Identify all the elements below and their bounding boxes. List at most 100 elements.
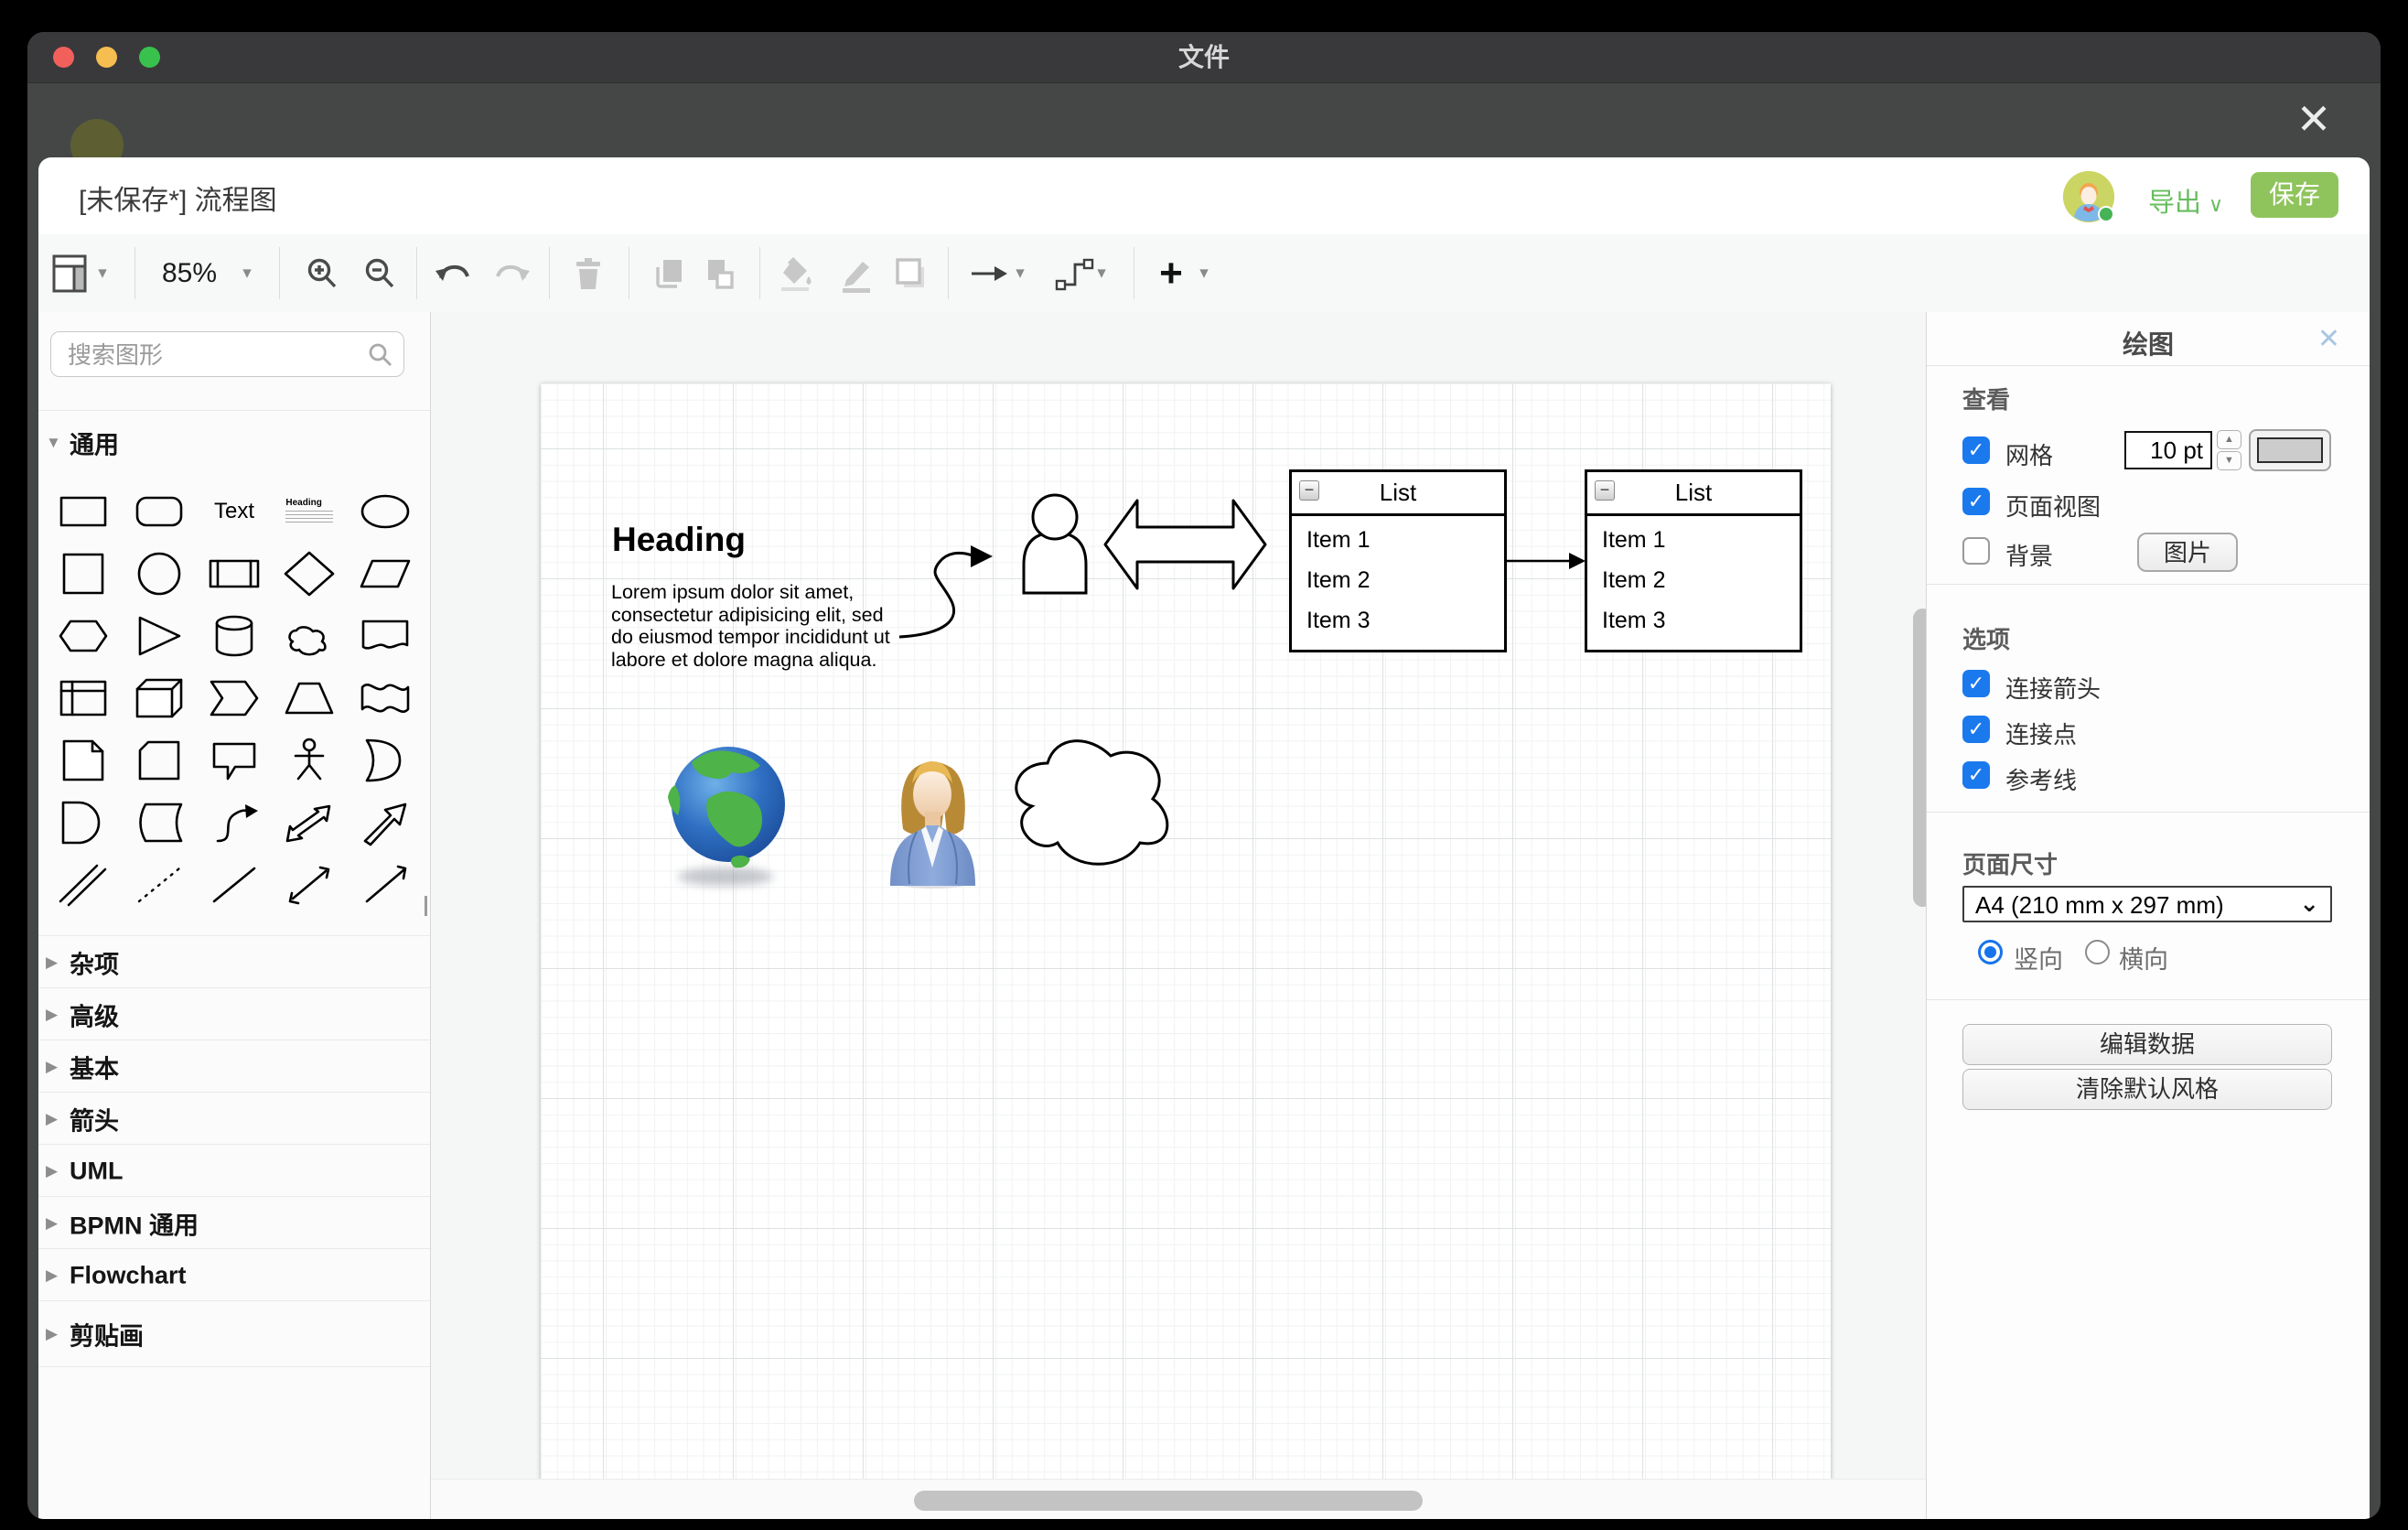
zoom-in-icon[interactable]: [302, 234, 342, 312]
person-shape[interactable]: [1024, 495, 1086, 593]
grid-checkbox[interactable]: ✓: [1962, 436, 1990, 464]
sidebar-section-basic[interactable]: ▶ 基本: [38, 1040, 430, 1093]
grid-color-swatch[interactable]: [2249, 429, 2331, 471]
save-button[interactable]: 保存: [2251, 172, 2338, 218]
shape-bidirectional-connector[interactable]: [276, 857, 342, 912]
shape-or[interactable]: [352, 733, 418, 788]
user-avatar[interactable]: [2063, 171, 2114, 222]
page-setup-icon[interactable]: [49, 234, 90, 312]
page-setup-dropdown-icon[interactable]: ▾: [93, 234, 112, 312]
page-view-checkbox[interactable]: ✓: [1962, 488, 1990, 515]
list-shape[interactable]: − List Item 1 Item 2 Item 3: [1289, 469, 1507, 652]
globe-clipart[interactable]: [668, 747, 785, 886]
shape-tape[interactable]: [352, 671, 418, 726]
shape-square[interactable]: [50, 546, 116, 601]
export-button[interactable]: 导出∨: [2148, 181, 2223, 220]
list-item[interactable]: Item 1: [1602, 527, 1800, 554]
shadow-icon[interactable]: [890, 234, 930, 312]
shape-directional-connector[interactable]: [352, 857, 418, 912]
insert-icon[interactable]: +: [1151, 234, 1191, 312]
list-shape[interactable]: − List Item 1 Item 2 Item 3: [1585, 469, 1802, 652]
shape-line[interactable]: [201, 857, 267, 912]
drawing-canvas[interactable]: Heading Lorem ipsum dolor sit amet, cons…: [431, 312, 1933, 1519]
sidebar-section-arrows[interactable]: ▶ 箭头: [38, 1092, 430, 1145]
shape-dashed-line[interactable]: [126, 857, 192, 912]
shape-callout[interactable]: [201, 733, 267, 788]
list-item[interactable]: Item 2: [1602, 567, 1800, 594]
shape-bidirectional-arrow[interactable]: [276, 795, 342, 850]
undo-icon[interactable]: [433, 234, 473, 312]
shape-note[interactable]: [50, 733, 116, 788]
list-header[interactable]: − List: [1292, 472, 1504, 516]
shape-textbox[interactable]: Heading: [276, 484, 342, 539]
clear-default-style-button[interactable]: 清除默认风格: [1962, 1069, 2332, 1110]
sidebar-section-advanced[interactable]: ▶ 高级: [38, 987, 430, 1040]
shape-internal-storage[interactable]: [50, 671, 116, 726]
delete-icon[interactable]: [568, 234, 608, 312]
sidebar-section-clipart[interactable]: ▶ 剪贴画: [38, 1300, 430, 1367]
close-icon[interactable]: ✕: [2291, 96, 2337, 142]
shape-cloud[interactable]: [276, 609, 342, 663]
shape-and[interactable]: [50, 795, 116, 850]
shape-cube[interactable]: [126, 671, 192, 726]
shape-card[interactable]: [126, 733, 192, 788]
sidebar-section-general[interactable]: ▼ 通用: [38, 410, 430, 474]
search-input[interactable]: [66, 337, 362, 373]
zoom-level[interactable]: 85%: [156, 234, 223, 312]
woman-clipart[interactable]: [890, 761, 975, 889]
shape-rounded-rectangle[interactable]: [126, 484, 192, 539]
page-size-select[interactable]: A4 (210 mm x 297 mm) ⌄: [1962, 886, 2332, 922]
zoom-dropdown-icon[interactable]: ▾: [238, 234, 256, 312]
sidebar-section-bpmn[interactable]: ▶ BPMN 通用: [38, 1196, 430, 1249]
to-back-icon[interactable]: [700, 234, 740, 312]
connection-points-checkbox[interactable]: ✓: [1962, 716, 1990, 743]
shape-trapezoid[interactable]: [276, 671, 342, 726]
list-header[interactable]: − List: [1587, 472, 1800, 516]
to-front-icon[interactable]: [650, 234, 690, 312]
shape-triangle[interactable]: [126, 609, 192, 663]
grid-size-input[interactable]: [2124, 431, 2212, 469]
curved-arrow[interactable]: [899, 545, 993, 637]
image-button[interactable]: 图片: [2137, 533, 2238, 572]
edit-data-button[interactable]: 编辑数据: [1962, 1024, 2332, 1065]
arrow-style-dropdown-icon[interactable]: ▾: [1011, 234, 1029, 312]
fill-color-icon[interactable]: [776, 234, 816, 312]
connection-arrow-style-icon[interactable]: [966, 234, 1012, 312]
list-item[interactable]: Item 3: [1306, 608, 1504, 634]
document-title[interactable]: [未保存*] 流程图: [79, 178, 277, 218]
shape-arrow[interactable]: [352, 795, 418, 850]
shape-circle[interactable]: [126, 546, 192, 601]
shape-diamond[interactable]: [276, 546, 342, 601]
double-arrow-shape[interactable]: [1105, 501, 1265, 588]
insert-dropdown-icon[interactable]: ▾: [1195, 234, 1213, 312]
connection-arrows-checkbox[interactable]: ✓: [1962, 670, 1990, 697]
shape-step[interactable]: [201, 671, 267, 726]
shape-search[interactable]: [50, 331, 404, 377]
shape-parallelogram[interactable]: [352, 546, 418, 601]
list-connector-arrow[interactable]: [1507, 553, 1586, 569]
sidebar-section-flowchart[interactable]: ▶ Flowchart: [38, 1248, 430, 1301]
shape-rectangle[interactable]: [50, 484, 116, 539]
sidebar-section-misc[interactable]: ▶ 杂项: [38, 935, 430, 988]
shape-actor[interactable]: [276, 733, 342, 788]
shape-data-storage[interactable]: [126, 795, 192, 850]
shape-document[interactable]: [352, 609, 418, 663]
background-checkbox[interactable]: [1962, 537, 1990, 565]
shape-hexagon[interactable]: [50, 609, 116, 663]
cloud-shape[interactable]: [1016, 741, 1167, 865]
list-item[interactable]: Item 1: [1306, 527, 1504, 554]
shape-cylinder[interactable]: [201, 609, 267, 663]
horizontal-scrollbar[interactable]: [914, 1491, 1423, 1511]
waypoint-style-icon[interactable]: [1052, 234, 1098, 312]
list-item[interactable]: Item 3: [1602, 608, 1800, 634]
zoom-out-icon[interactable]: [360, 234, 400, 312]
landscape-radio[interactable]: [2085, 940, 2110, 964]
sidebar-section-uml[interactable]: ▶ UML: [38, 1144, 430, 1197]
horizontal-scrollbar-track[interactable]: [431, 1479, 1933, 1519]
guides-checkbox[interactable]: ✓: [1962, 761, 1990, 789]
shape-link[interactable]: [50, 857, 116, 912]
list-item[interactable]: Item 2: [1306, 567, 1504, 594]
shape-curve[interactable]: [201, 795, 267, 850]
shape-ellipse[interactable]: [352, 484, 418, 539]
panel-close-icon[interactable]: ✕: [2317, 323, 2340, 355]
